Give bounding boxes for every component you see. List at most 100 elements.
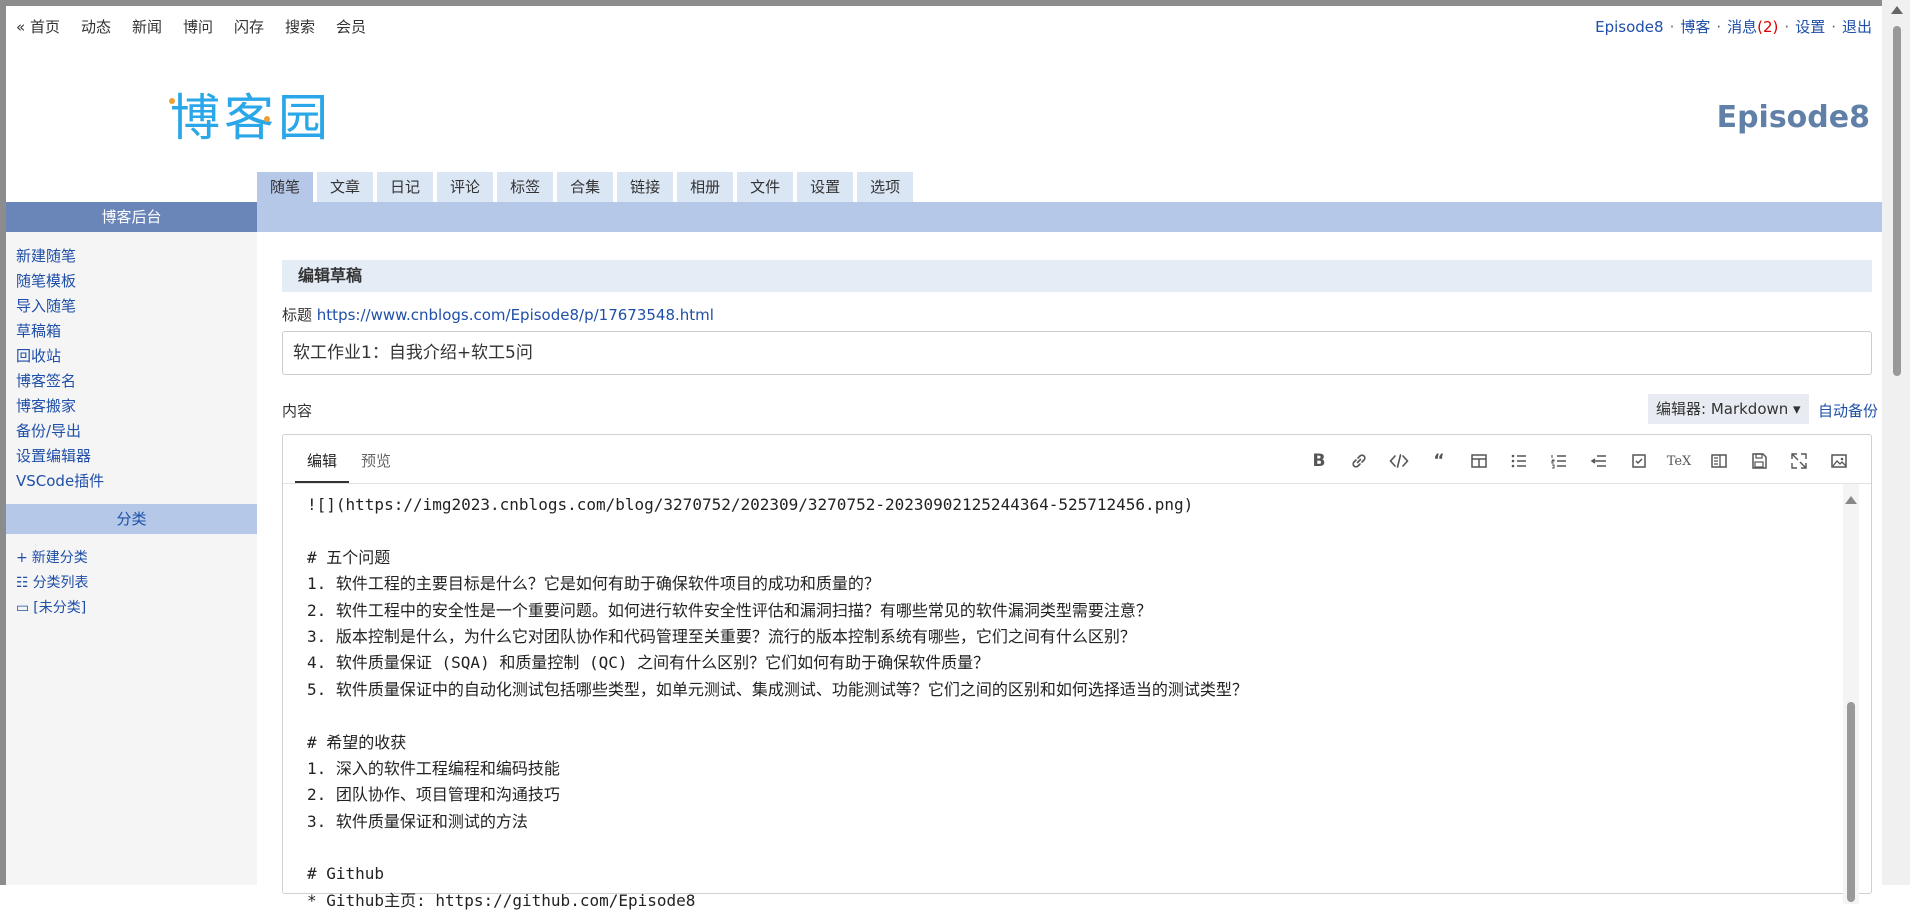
category-list-label: 分类列表 <box>32 575 89 591</box>
tab-articles[interactable]: 文章 <box>317 172 374 202</box>
tab-comments[interactable]: 评论 <box>437 172 494 202</box>
category-list-link[interactable]: ☷ 分类列表 <box>16 575 89 591</box>
indent-icon[interactable] <box>1579 449 1619 473</box>
admin-tabs: 随笔 文章 日记 评论 标签 合集 链接 相册 文件 设置 选项 <box>257 172 917 202</box>
message-count: (2) <box>1757 18 1779 36</box>
separator: · <box>1784 17 1790 36</box>
bullet-list-icon[interactable] <box>1499 449 1539 473</box>
editor-line: # 希望的收获 <box>307 732 407 752</box>
sidebar-item-drafts[interactable]: 草稿箱 <box>16 322 61 340</box>
messages-link[interactable]: 消息(2) <box>1727 16 1778 37</box>
bold-icon[interactable]: B <box>1299 449 1339 473</box>
image-icon[interactable] <box>1819 449 1859 473</box>
sidebar-item-recycle-bin[interactable]: 回收站 <box>16 347 61 365</box>
cnblogs-logo[interactable]: 博客园 <box>170 78 332 150</box>
list-icon: ☷ <box>16 575 29 591</box>
scroll-up-icon[interactable] <box>1891 6 1903 14</box>
nav-activity-link[interactable]: 动态 <box>81 16 111 37</box>
tab-collections[interactable]: 合集 <box>557 172 614 202</box>
tab-tags[interactable]: 标签 <box>497 172 554 202</box>
tab-edit[interactable]: 编辑 <box>295 445 350 483</box>
nav-vip-link[interactable]: 会员 <box>336 16 366 37</box>
user-link[interactable]: Episode8 <box>1595 18 1663 36</box>
category-title: 分类 <box>6 504 257 534</box>
nav-search-link[interactable]: 搜索 <box>285 16 315 37</box>
editor-scroll-thumb[interactable] <box>1847 702 1855 902</box>
editor-select[interactable]: 编辑器: Markdown ▾ <box>1648 394 1809 424</box>
sidebar-item-import-post[interactable]: 导入随笔 <box>16 297 76 315</box>
link-icon[interactable] <box>1339 449 1379 473</box>
editor-line: ![](https://img2023.cnblogs.com/blog/327… <box>307 495 1194 514</box>
fullscreen-icon[interactable] <box>1779 449 1819 473</box>
top-nav: « 首页 动态 新闻 博问 闪存 搜索 会员 <box>16 16 387 37</box>
plus-icon: + <box>16 550 28 566</box>
sidebar-item-blog-move[interactable]: 博客搬家 <box>16 397 76 415</box>
tab-settings[interactable]: 设置 <box>797 172 854 202</box>
markdown-editor: 编辑 预览 B “ TeX ![](https://img2023.cnblog… <box>282 434 1872 910</box>
scroll-up-icon[interactable] <box>1845 496 1857 504</box>
sidebar-item-vscode-plugin[interactable]: VSCode插件 <box>16 472 104 490</box>
sidebar-item-backup-export[interactable]: 备份/导出 <box>16 422 81 440</box>
table-icon[interactable] <box>1459 449 1499 473</box>
tab-links[interactable]: 链接 <box>617 172 674 202</box>
uncategorized-label: [未分类] <box>33 600 87 616</box>
editor-line: 2. 团队协作、项目管理和沟通技巧 <box>307 785 560 805</box>
nav-flash-link[interactable]: 闪存 <box>234 16 264 37</box>
editor-tabs: 编辑 预览 <box>295 445 403 483</box>
blog-link[interactable]: 博客 <box>1680 16 1710 37</box>
sidebar-item-signature[interactable]: 博客签名 <box>16 372 76 390</box>
settings-link[interactable]: 设置 <box>1795 16 1825 37</box>
title-label: 标题 <box>282 306 313 324</box>
category-links: + 新建分类 ☷ 分类列表 ▭ [未分类] <box>6 534 257 633</box>
section-title: 编辑草稿 <box>282 260 1872 292</box>
new-category-link[interactable]: + 新建分类 <box>16 550 88 566</box>
sidebar-item-editor-settings[interactable]: 设置编辑器 <box>16 447 91 465</box>
nav-news-link[interactable]: 新闻 <box>132 16 162 37</box>
tex-icon[interactable]: TeX <box>1659 449 1699 473</box>
logo-dot <box>264 116 270 122</box>
editor-line: 1. 软件工程的主要目标是什么？它是如何有助于确保软件项目的成功和质量的？ <box>307 574 880 594</box>
save-icon[interactable] <box>1739 449 1779 473</box>
sidebar-item-post-template[interactable]: 随笔模板 <box>16 272 76 290</box>
editor-line: 3. 软件质量保证和测试的方法 <box>307 811 528 831</box>
logout-link[interactable]: 退出 <box>1842 16 1872 37</box>
toc-icon[interactable] <box>1699 449 1739 473</box>
title-row: 标题 https://www.cnblogs.com/Episode8/p/17… <box>282 304 714 325</box>
messages-label: 消息 <box>1727 18 1758 36</box>
title-input[interactable]: 软工作业1：自我介绍+软工5问 <box>282 331 1872 375</box>
tab-bar <box>257 202 1882 232</box>
editor-line: 2. 软件工程中的安全性是一个重要问题。如何进行软件安全性评估和漏洞扫描？有哪些… <box>307 600 1152 620</box>
tab-files[interactable]: 文件 <box>737 172 794 202</box>
nav-qa-link[interactable]: 博问 <box>183 16 213 37</box>
markdown-text-area[interactable]: ![](https://img2023.cnblogs.com/blog/327… <box>283 484 1831 910</box>
editor-scrollbar[interactable] <box>1843 484 1859 904</box>
sidebar-item-new-post[interactable]: 新建随笔 <box>16 247 76 265</box>
editor-line: # Github <box>307 864 385 884</box>
blog-owner-title[interactable]: Episode8 <box>1717 100 1870 135</box>
tab-options[interactable]: 选项 <box>857 172 914 202</box>
code-icon[interactable] <box>1379 449 1419 473</box>
autosave-link[interactable]: 自动备份 <box>1818 400 1878 421</box>
ordered-list-icon[interactable] <box>1539 449 1579 473</box>
sidebar-links: 新建随笔 随笔模板 导入随笔 草稿箱 回收站 博客签名 博客搬家 备份/导出 设… <box>6 232 257 500</box>
page-scroll-thumb[interactable] <box>1893 26 1901 376</box>
tab-posts[interactable]: 随笔 <box>257 172 314 202</box>
checkbox-icon[interactable] <box>1619 449 1659 473</box>
quote-icon[interactable]: “ <box>1419 449 1459 473</box>
nav-home-link[interactable]: « 首页 <box>16 16 60 37</box>
post-url-link[interactable]: https://www.cnblogs.com/Episode8/p/17673… <box>317 306 714 324</box>
separator: · <box>1669 17 1675 36</box>
page: « 首页 动态 新闻 博问 闪存 搜索 会员 Episode8 · 博客 · 消… <box>6 6 1882 910</box>
tab-albums[interactable]: 相册 <box>677 172 734 202</box>
tab-diary[interactable]: 日记 <box>377 172 434 202</box>
tab-preview[interactable]: 预览 <box>349 445 403 481</box>
folder-icon: ▭ <box>16 600 30 616</box>
sidebar-title: 博客后台 <box>6 202 257 232</box>
logo-dot <box>169 98 175 104</box>
editor-line: 3. 版本控制是什么，为什么它对团队协作和代码管理至关重要？流行的版本控制系统有… <box>307 626 1136 646</box>
uncategorized-link[interactable]: ▭ [未分类] <box>16 600 86 616</box>
editor-line: # 五个问题 <box>307 547 391 567</box>
editor-toolbar: B “ TeX <box>1299 449 1859 473</box>
page-scrollbar[interactable] <box>1882 0 1910 885</box>
